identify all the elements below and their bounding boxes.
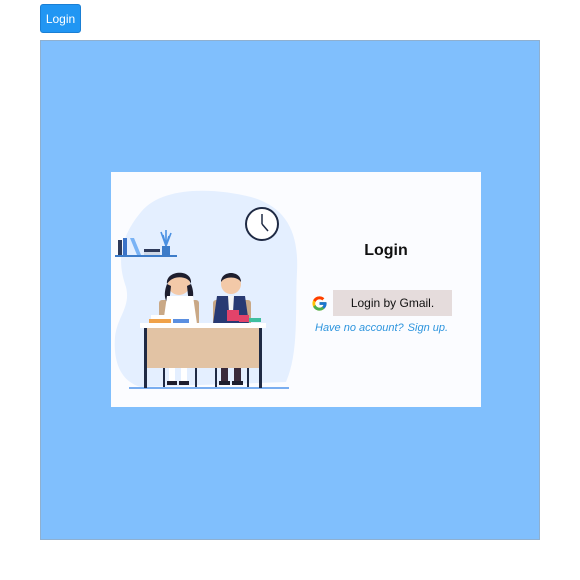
login-modal: Login Login by Gmail. Have no account? Si… [111,172,481,407]
modal-overlay: Login Login by Gmail. Have no account? Si… [40,40,540,540]
modal-title: Login [364,242,408,259]
clock-icon [245,207,279,241]
google-login-row: Login by Gmail. [311,290,452,316]
signup-link[interactable]: Sign up. [408,322,448,334]
signup-prompt: Have no account? Sign up. [315,322,448,334]
login-by-gmail-button[interactable]: Login by Gmail. [333,290,452,316]
login-button[interactable]: Login [40,4,81,33]
no-account-text: Have no account? [315,322,404,334]
students-at-desk-illustration [114,190,298,389]
google-g-icon [312,295,327,311]
